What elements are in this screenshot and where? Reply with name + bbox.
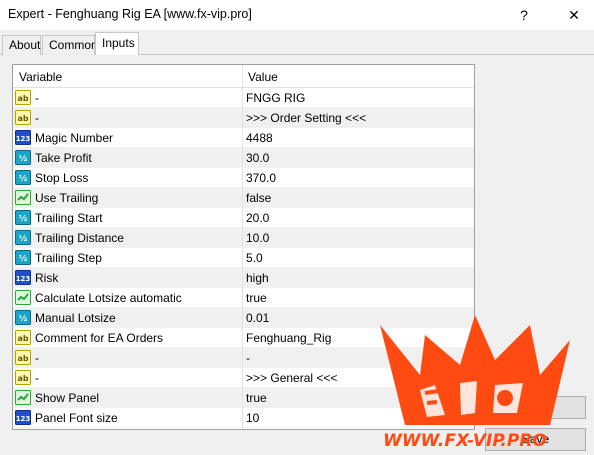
variable-name: Trailing Start xyxy=(35,211,103,225)
table-row[interactable]: ab - FNGG RIG xyxy=(13,88,474,108)
string-type-icon: ab xyxy=(15,350,31,365)
variable-value[interactable]: 30.0 xyxy=(246,151,269,165)
table-row[interactable]: ½ Take Profit 30.0 xyxy=(13,148,474,168)
variable-name: Trailing Distance xyxy=(35,231,124,245)
svg-text:123: 123 xyxy=(16,415,31,423)
help-icon: ? xyxy=(520,7,528,23)
variable-name: - xyxy=(35,351,39,365)
svg-text:½: ½ xyxy=(19,253,27,263)
integer-type-icon: 123 xyxy=(15,270,31,285)
variable-value[interactable]: 5.0 xyxy=(246,251,263,265)
column-divider xyxy=(242,65,243,429)
variable-name: - xyxy=(35,371,39,385)
variable-name: Use Trailing xyxy=(35,191,99,205)
variable-name: Risk xyxy=(35,271,59,285)
variable-value[interactable]: true xyxy=(246,391,267,405)
variable-value[interactable]: 4488 xyxy=(246,131,273,145)
variable-value[interactable]: FNGG RIG xyxy=(246,91,305,105)
fx-vip-watermark-logo: WWW.FX-VIP.PRO xyxy=(380,315,570,451)
help-button[interactable]: ? xyxy=(504,0,544,30)
variable-name: Show Panel xyxy=(35,391,100,405)
boolean-type-icon xyxy=(15,290,31,305)
table-row[interactable]: ½ Stop Loss 370.0 xyxy=(13,168,474,188)
table-row[interactable]: Use Trailing false xyxy=(13,188,474,208)
variable-value[interactable]: false xyxy=(246,191,271,205)
svg-text:123: 123 xyxy=(16,275,31,283)
tab-inputs[interactable]: Inputs xyxy=(95,32,139,55)
svg-text:½: ½ xyxy=(19,233,27,243)
svg-text:123: 123 xyxy=(16,135,31,143)
boolean-type-icon xyxy=(15,390,31,405)
double-type-icon: ½ xyxy=(15,310,31,325)
variable-name: Manual Lotsize xyxy=(35,311,116,325)
variable-name: Comment for EA Orders xyxy=(35,331,164,345)
string-type-icon: ab xyxy=(15,90,31,105)
variable-value[interactable]: 0.01 xyxy=(246,311,269,325)
string-type-icon: ab xyxy=(15,110,31,125)
tab-about-label: About xyxy=(9,38,41,52)
value-column-header[interactable]: Value xyxy=(248,70,278,84)
variable-name: Magic Number xyxy=(35,131,114,145)
table-row[interactable]: 123 Risk high xyxy=(13,268,474,288)
variable-value[interactable]: - xyxy=(246,351,250,365)
table-row[interactable]: ½ Trailing Step 5.0 xyxy=(13,248,474,268)
string-type-icon: ab xyxy=(15,330,31,345)
variable-name: Calculate Lotsize automatic xyxy=(35,291,182,305)
double-type-icon: ½ xyxy=(15,210,31,225)
variable-value[interactable]: 10.0 xyxy=(246,231,269,245)
variable-name: Trailing Step xyxy=(35,251,102,265)
tab-inputs-label: Inputs xyxy=(102,36,135,50)
variable-value[interactable]: true xyxy=(246,291,267,305)
title-bar: Expert - Fenghuang Rig EA [www.fx-vip.pr… xyxy=(0,0,594,30)
variable-name: Stop Loss xyxy=(35,171,89,185)
double-type-icon: ½ xyxy=(15,150,31,165)
variable-name: Take Profit xyxy=(35,151,92,165)
double-type-icon: ½ xyxy=(15,250,31,265)
variable-column-header[interactable]: Variable xyxy=(19,70,62,84)
integer-type-icon: 123 xyxy=(15,130,31,145)
svg-text:ab: ab xyxy=(17,114,28,123)
svg-text:½: ½ xyxy=(19,213,27,223)
variable-value[interactable]: Fenghuang_Rig xyxy=(246,331,331,345)
tab-common-label: Common xyxy=(49,38,98,52)
svg-text:ab: ab xyxy=(17,354,28,363)
tab-common[interactable]: Common xyxy=(42,35,98,55)
double-type-icon: ½ xyxy=(15,230,31,245)
watermark-text: WWW.FX-VIP.PRO xyxy=(383,431,547,451)
variable-value[interactable]: >>> Order Setting <<< xyxy=(246,111,366,125)
variable-value[interactable]: >>> General <<< xyxy=(246,371,337,385)
variable-value[interactable]: 20.0 xyxy=(246,211,269,225)
variable-value[interactable]: high xyxy=(246,271,269,285)
variable-name: Panel Font size xyxy=(35,411,118,425)
variable-name: - xyxy=(35,111,39,125)
svg-text:½: ½ xyxy=(19,313,27,323)
close-icon: ✕ xyxy=(568,6,580,23)
boolean-type-icon xyxy=(15,190,31,205)
close-button[interactable]: ✕ xyxy=(554,0,594,30)
variable-value[interactable]: 10 xyxy=(246,411,259,425)
window-title: Expert - Fenghuang Rig EA [www.fx-vip.pr… xyxy=(8,7,252,21)
string-type-icon: ab xyxy=(15,370,31,385)
grid-header: Variable Value xyxy=(13,65,474,88)
integer-type-icon: 123 xyxy=(15,410,31,425)
svg-text:ab: ab xyxy=(17,94,28,103)
double-type-icon: ½ xyxy=(15,170,31,185)
svg-text:½: ½ xyxy=(19,153,27,163)
tab-about[interactable]: About xyxy=(2,35,41,55)
table-row[interactable]: ab - >>> Order Setting <<< xyxy=(13,108,474,128)
variable-value[interactable]: 370.0 xyxy=(246,171,276,185)
svg-text:ab: ab xyxy=(17,334,28,343)
table-row[interactable]: ½ Trailing Distance 10.0 xyxy=(13,228,474,248)
svg-text:½: ½ xyxy=(19,173,27,183)
table-row[interactable]: ½ Trailing Start 20.0 xyxy=(13,208,474,228)
svg-text:ab: ab xyxy=(17,374,28,383)
table-row[interactable]: 123 Magic Number 4488 xyxy=(13,128,474,148)
variable-name: - xyxy=(35,91,39,105)
